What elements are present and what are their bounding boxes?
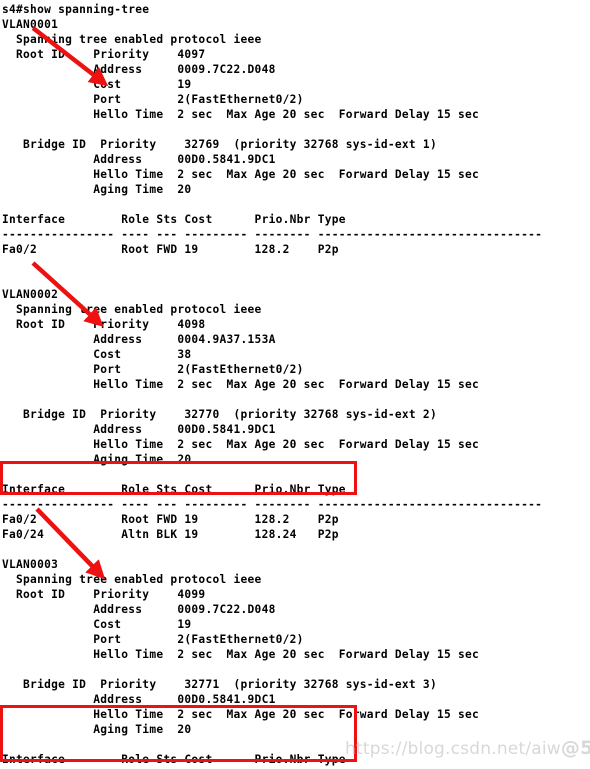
terminal-screenshot: s4#show spanning-tree VLAN0001 Spanning t… [0,0,590,769]
terminal-line: Fa0/24 Altn BLK 19 128.24 P2p [2,528,339,541]
terminal-line: Root ID Priority 4098 [2,318,206,331]
terminal-line: Cost 38 [2,348,192,361]
terminal-line: VLAN0001 [2,18,59,31]
terminal-line: Fa0/2 Root FWD 19 128.2 P2p [2,513,339,526]
terminal-line: Root ID Priority 4099 [2,588,206,601]
terminal-line: Cost 19 [2,618,192,631]
terminal-line: Fa0/2 Root FWD 19 128.2 P2p [2,243,339,256]
terminal-line: s4#show spanning-tree [2,3,150,16]
terminal-line: Address 0004.9A37.153A [2,333,276,346]
terminal-line: Bridge ID Priority 32771 (priority 32768… [2,678,437,691]
terminal-line: Interface Role Sts Cost Prio.Nbr Type [2,213,346,226]
terminal-line: Port 2(FastEthernet0/2) [2,633,304,646]
terminal-line: Cost 19 [2,78,192,91]
terminal-line: Spanning tree enabled protocol ieee [2,573,262,586]
terminal-line: Root ID Priority 4097 [2,48,206,61]
terminal-output: s4#show spanning-tree VLAN0001 Spanning t… [0,0,590,769]
terminal-line: Port 2(FastEthernet0/2) [2,93,304,106]
terminal-line: Aging Time 20 [2,723,192,736]
terminal-line: Spanning tree enabled protocol ieee [2,33,262,46]
terminal-line: Aging Time 20 [2,453,192,466]
terminal-line: Hello Time 2 sec Max Age 20 sec Forward … [2,168,480,181]
terminal-line: Interface Role Sts Cost Prio.Nbr Type [2,753,346,766]
terminal-line: Hello Time 2 sec Max Age 20 sec Forward … [2,108,480,121]
terminal-line: VLAN0003 [2,558,59,571]
terminal-line: Hello Time 2 sec Max Age 20 sec Forward … [2,648,480,661]
terminal-line: Spanning tree enabled protocol ieee [2,303,262,316]
terminal-line: Port 2(FastEthernet0/2) [2,363,304,376]
terminal-line: ---------------- ---- --- --------- ----… [2,228,543,241]
terminal-line: Bridge ID Priority 32770 (priority 32768… [2,408,437,421]
terminal-line: Hello Time 2 sec Max Age 20 sec Forward … [2,378,480,391]
terminal-line: Aging Time 20 [2,183,192,196]
terminal-line: Address 0009.7C22.D048 [2,63,276,76]
terminal-line: ---------------- ---- --- --------- ----… [2,498,543,511]
terminal-line: Hello Time 2 sec Max Age 20 sec Forward … [2,708,480,721]
terminal-line: Bridge ID Priority 32769 (priority 32768… [2,138,437,151]
terminal-line: Address 0009.7C22.D048 [2,603,276,616]
terminal-line: Address 00D0.5841.9DC1 [2,423,276,436]
terminal-line: Hello Time 2 sec Max Age 20 sec Forward … [2,438,480,451]
terminal-line: Address 00D0.5841.9DC1 [2,153,276,166]
terminal-line: VLAN0002 [2,288,59,301]
terminal-line: Interface Role Sts Cost Prio.Nbr Type [2,483,346,496]
terminal-line: Address 00D0.5841.9DC1 [2,693,276,706]
